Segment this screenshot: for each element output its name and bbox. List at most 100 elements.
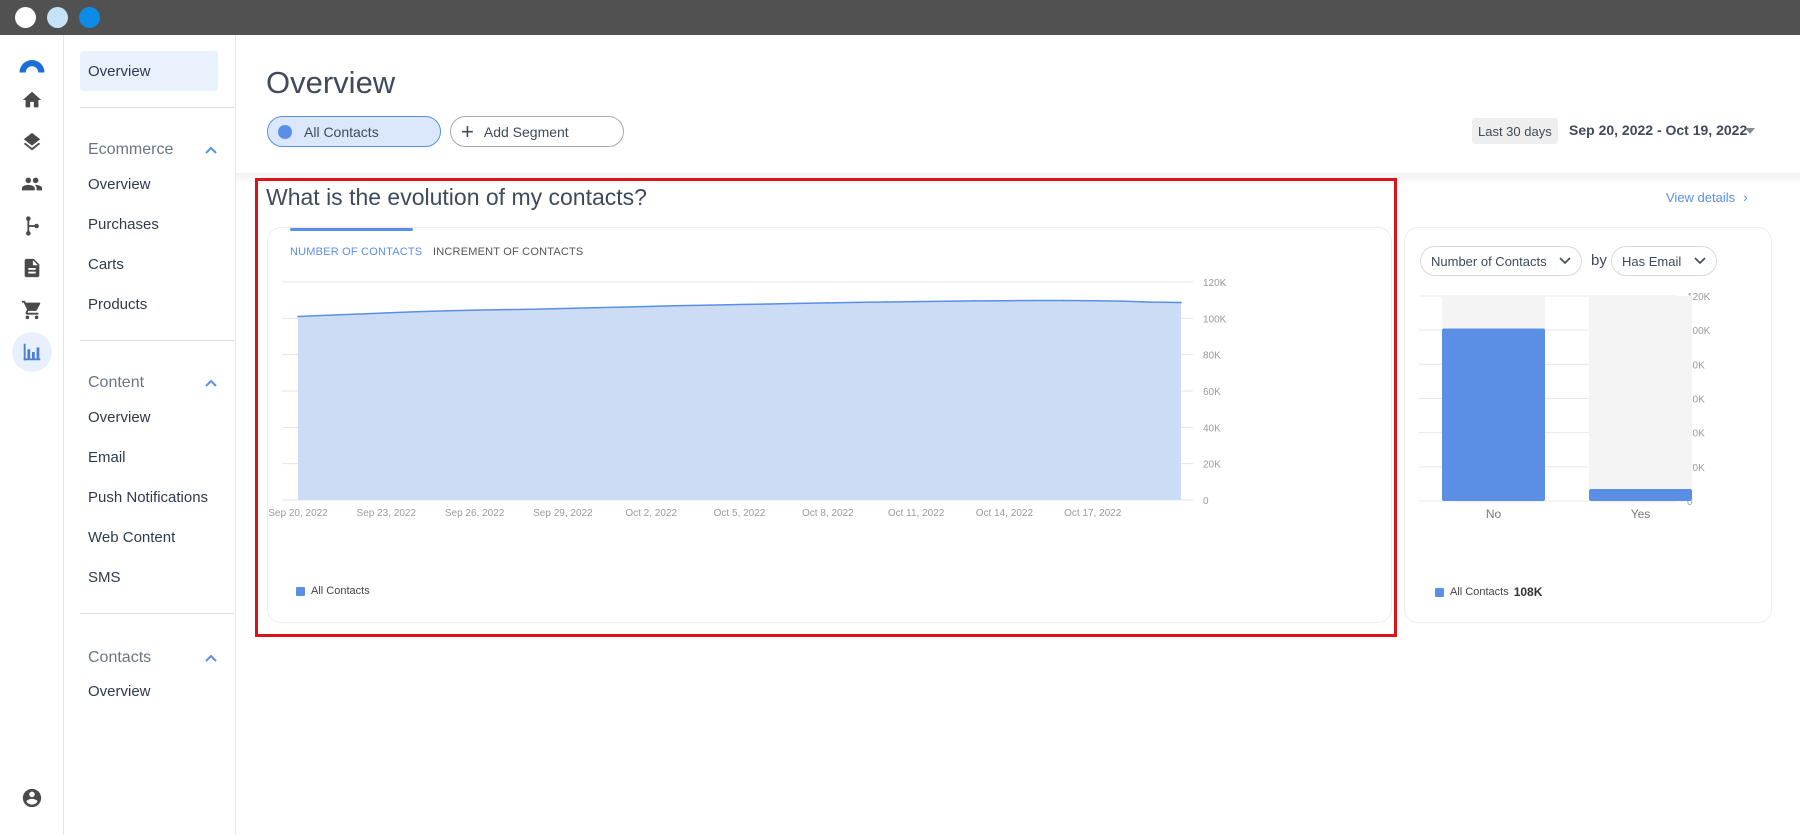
sidebar-section-label: Ecommerce: [88, 141, 174, 158]
x-tick-label: Oct 5, 2022: [714, 508, 766, 519]
legend-total: 108K: [1513, 585, 1543, 599]
plus-icon: +: [461, 118, 474, 144]
add-segment-label: Add Segment: [483, 123, 569, 140]
data-point: [915, 300, 917, 303]
x-tick-label: Sep 29, 2022: [533, 508, 593, 519]
analytics-icon[interactable]: [12, 332, 52, 372]
breakdown-bar-chart: 020K40K60K80K100K120KNo Yes: [1419, 292, 1711, 521]
sidebar-item-purchases[interactable]: Purchases: [80, 204, 218, 244]
data-point: [473, 309, 476, 311]
contacts-icon[interactable]: [12, 164, 52, 204]
legend-label: All Contacts: [1450, 586, 1509, 598]
legend-label: All Contacts: [311, 585, 370, 597]
data-point: [827, 302, 829, 304]
page-title: Overview: [266, 65, 396, 100]
data-point: [1091, 299, 1094, 302]
y-tick-label: 120K: [1203, 278, 1227, 289]
data-point: [591, 306, 594, 309]
x-tick-label: Oct 17, 2022: [1064, 508, 1122, 519]
data-point: [944, 300, 947, 303]
data-point: [650, 305, 652, 308]
data-point: [1062, 299, 1065, 302]
sidebar-item-ecommerce-overview[interactable]: Overview: [80, 164, 218, 204]
window-titlebar: [0, 0, 1800, 35]
window-maximize-dot[interactable]: [79, 7, 100, 28]
data-point: [797, 302, 800, 305]
y-tick-label: 60K: [1203, 387, 1221, 398]
bar-no: [1442, 328, 1545, 501]
window-close-dot[interactable]: [15, 7, 36, 28]
sidebar-item-contacts-overview[interactable]: Overview: [80, 671, 218, 711]
data-point: [1150, 301, 1153, 303]
data-point: [1121, 300, 1123, 302]
x-tick-label: Oct 14, 2022: [976, 508, 1034, 519]
bar-yes: [1589, 489, 1692, 501]
sidebar-item-email[interactable]: Email: [80, 437, 218, 477]
sidebar-item-content-overview[interactable]: Overview: [80, 397, 218, 437]
y-tick-label: 40K: [1203, 423, 1221, 434]
chevron-up-icon: [205, 379, 217, 387]
document-icon[interactable]: [12, 248, 52, 288]
section-sidebar: Overview Ecommerce Overview Purchases Ca…: [64, 35, 236, 835]
data-point: [738, 303, 741, 306]
window-minimize-dot[interactable]: [47, 7, 68, 28]
data-point: [326, 314, 329, 317]
data-point: [974, 300, 976, 302]
sidebar-section-contacts[interactable]: Contacts: [80, 643, 218, 673]
date-range-picker[interactable]: Sep 20, 2022 - Oct 19, 2022: [1569, 122, 1747, 138]
sidebar-item-products[interactable]: Products: [80, 284, 218, 324]
data-point: [1033, 299, 1035, 302]
y-tick-label: 0: [1203, 496, 1209, 507]
view-details-label: View details: [1666, 189, 1736, 205]
home-icon[interactable]: [12, 80, 52, 120]
data-point: [503, 308, 505, 311]
sidebar-divider: [80, 613, 234, 614]
section-question: What is the evolution of my contacts?: [266, 184, 647, 210]
sidebar-section-content[interactable]: Content: [80, 368, 218, 398]
y-tick-label: 100K: [1203, 314, 1227, 325]
legend-swatch: [1435, 587, 1444, 597]
x-tick-label: Yes: [1631, 507, 1651, 521]
brand-logo-icon[interactable]: [12, 45, 52, 85]
data-point: [297, 315, 299, 318]
caret-down-icon[interactable]: [1745, 128, 1755, 134]
breakdown-chart-card: Number of Contacts by Has Email 0 20K 40K 6…: [1404, 227, 1772, 623]
chart-legend[interactable]: All Contacts: [296, 585, 370, 597]
evolution-chart-card: NUMBER OF CONTACTS INCREMENT OF CONTACTS…: [267, 227, 1392, 623]
data-point: [885, 301, 888, 303]
data-point: [709, 304, 711, 306]
view-details-link[interactable]: View details ›: [1666, 189, 1748, 205]
segment-pill-all-contacts[interactable]: All Contacts: [267, 116, 441, 147]
chevron-up-icon: [205, 654, 217, 662]
data-point: [856, 301, 859, 304]
layers-icon[interactable]: [12, 122, 52, 162]
data-point: [385, 312, 388, 314]
range-preset-badge[interactable]: Last 30 days: [1472, 118, 1558, 144]
evolution-area-chart: 0 20K 40K 60K 80K 100K 120K Sep 20, 2022 Sep 23,…: [268, 278, 1227, 519]
account-icon[interactable]: [12, 778, 52, 818]
sidebar-item-carts[interactable]: Carts: [80, 244, 218, 284]
sidebar-section-ecommerce[interactable]: Ecommerce: [80, 135, 218, 165]
sidebar-item-web-content[interactable]: Web Content: [80, 517, 218, 557]
sidebar-divider: [80, 107, 234, 108]
x-tick-label: Oct 2, 2022: [625, 508, 677, 519]
y-tick-label: 80K: [1203, 351, 1221, 362]
chevron-up-icon: [205, 146, 217, 154]
x-tick-label: Sep 23, 2022: [357, 508, 417, 519]
shopping-cart-icon[interactable]: [12, 290, 52, 330]
sidebar-item-sms[interactable]: SMS: [80, 557, 218, 597]
sidebar-item-push-notifications[interactable]: Push Notifications: [80, 477, 218, 517]
sidebar-divider: [80, 340, 234, 341]
data-point: [444, 310, 446, 312]
sidebar-item-overview[interactable]: Overview: [80, 51, 218, 91]
data-point: [679, 304, 682, 307]
breakdown-legend[interactable]: All Contacts 108K: [1435, 585, 1542, 599]
data-point: [414, 310, 417, 313]
main-content: Overview All Contacts + Add Segment Last…: [236, 35, 1800, 835]
workflow-icon[interactable]: [12, 206, 52, 246]
sidebar-section-label: Contacts: [88, 649, 152, 666]
chevron-right-icon: ›: [1743, 189, 1748, 205]
add-segment-button[interactable]: + Add Segment: [450, 116, 624, 147]
x-tick-label: No: [1486, 507, 1502, 521]
y-tick-label: 20K: [1203, 460, 1221, 471]
